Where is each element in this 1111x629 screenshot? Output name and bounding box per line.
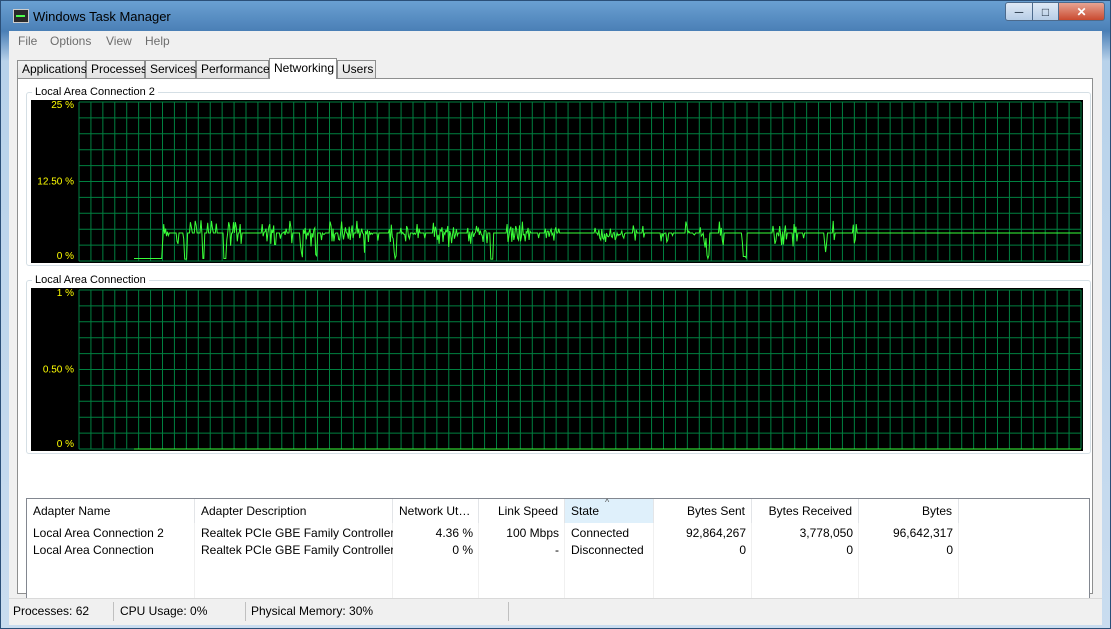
- network-graph-2: 1 % 0.50 % 0 %: [31, 288, 1083, 451]
- col-header-link-speed[interactable]: Link Speed: [479, 499, 565, 523]
- graph-grid: [78, 101, 1082, 262]
- network-graph-2-svg: 1 % 0.50 % 0 %: [43, 288, 1082, 450]
- table-row[interactable]: Local Area Connection Realtek PCIe GBE F…: [27, 542, 1089, 559]
- col-header-bytes-received[interactable]: Bytes Received: [752, 499, 859, 523]
- table-row[interactable]: Local Area Connection 2 Realtek PCIe GBE…: [27, 525, 1089, 542]
- col-header-bytes-sent[interactable]: Bytes Sent: [654, 499, 752, 523]
- title-bar[interactable]: Windows Task Manager ─ □ ✕: [1, 1, 1110, 31]
- status-physical-memory: Physical Memory: 30%: [247, 602, 509, 621]
- tab-processes[interactable]: Processes: [86, 60, 147, 78]
- close-button[interactable]: ✕: [1058, 2, 1105, 21]
- cell-network-utilization: 4.36 %: [435, 526, 473, 540]
- maximize-button[interactable]: □: [1032, 2, 1059, 21]
- cell-state: Connected: [571, 526, 630, 540]
- graph-y-label: 12.50 %: [37, 177, 74, 188]
- graph-y-label: 1 %: [57, 288, 74, 299]
- sort-ascending-icon: ^: [605, 497, 610, 507]
- graph-y-label: 0 %: [57, 439, 74, 450]
- tab-services[interactable]: Services: [145, 60, 196, 78]
- graph-y-label: 25 %: [51, 100, 74, 111]
- network-graph-1-svg: 25 % 12.50 % 0 %: [37, 100, 1082, 262]
- col-header-network-utilization[interactable]: Network Utili...: [393, 499, 479, 523]
- menu-view[interactable]: View: [106, 34, 132, 48]
- task-manager-icon: [13, 9, 29, 23]
- graph-y-label: 0 %: [57, 251, 74, 262]
- tab-performance[interactable]: Performance: [196, 60, 270, 78]
- maximize-icon: □: [1041, 4, 1050, 19]
- graph-title-1: Local Area Connection 2: [32, 86, 158, 98]
- cell-adapter-name: Local Area Connection 2: [33, 526, 164, 540]
- cell-bytes-sent: 0: [739, 543, 746, 557]
- networking-panel: Local Area Connection 2 25 % 12.50 % 0 % L…: [17, 78, 1093, 619]
- menu-options[interactable]: Options: [50, 34, 91, 48]
- network-graph-1: 25 % 12.50 % 0 %: [31, 100, 1083, 263]
- tab-applications[interactable]: Applications: [17, 60, 87, 78]
- cell-bytes-received: 0: [846, 543, 853, 557]
- cell-adapter-name: Local Area Connection: [33, 543, 154, 557]
- minimize-button[interactable]: ─: [1005, 2, 1033, 21]
- window-title: Windows Task Manager: [33, 9, 171, 24]
- col-header-adapter-description[interactable]: Adapter Description: [195, 499, 393, 523]
- cell-adapter-description: Realtek PCIe GBE Family Controller: [201, 543, 393, 557]
- cell-state: Disconnected: [571, 543, 644, 557]
- graph-title-2: Local Area Connection: [32, 274, 149, 286]
- graph-grid: [78, 289, 1082, 450]
- status-cpu-usage: CPU Usage: 0%: [116, 602, 246, 621]
- cell-bytes-sent: 92,864,267: [685, 526, 746, 540]
- col-header-state-label: State: [571, 504, 600, 518]
- cell-link-speed: -: [555, 543, 559, 557]
- col-header-state[interactable]: State: [565, 499, 654, 523]
- minimize-icon: ─: [1014, 4, 1024, 19]
- cell-network-utilization: 0 %: [452, 543, 473, 557]
- col-header-adapter-name[interactable]: Adapter Name: [27, 499, 195, 523]
- cell-bytes: 96,642,317: [892, 526, 953, 540]
- status-processes: Processes: 62: [9, 602, 114, 621]
- menu-bar: File Options View Help: [9, 31, 1102, 52]
- cell-bytes: 0: [946, 543, 953, 557]
- menu-help[interactable]: Help: [145, 34, 170, 48]
- tab-networking[interactable]: Networking: [269, 58, 337, 79]
- network-usage-line: [134, 220, 1081, 261]
- status-bar: Processes: 62 CPU Usage: 0% Physical Mem…: [9, 598, 1102, 625]
- col-header-bytes[interactable]: Bytes: [859, 499, 959, 523]
- graph-y-label: 0.50 %: [43, 365, 74, 376]
- client-area: File Options View Help Applications Proc…: [9, 31, 1102, 625]
- cell-bytes-received: 3,778,050: [799, 526, 853, 540]
- task-manager-window: Windows Task Manager ─ □ ✕ File Options …: [0, 0, 1111, 629]
- cell-link-speed: 100 Mbps: [506, 526, 559, 540]
- close-icon: ✕: [1076, 4, 1087, 19]
- menu-file[interactable]: File: [18, 34, 37, 48]
- tab-users[interactable]: Users: [337, 60, 376, 78]
- cell-adapter-description: Realtek PCIe GBE Family Controller #2: [201, 526, 393, 540]
